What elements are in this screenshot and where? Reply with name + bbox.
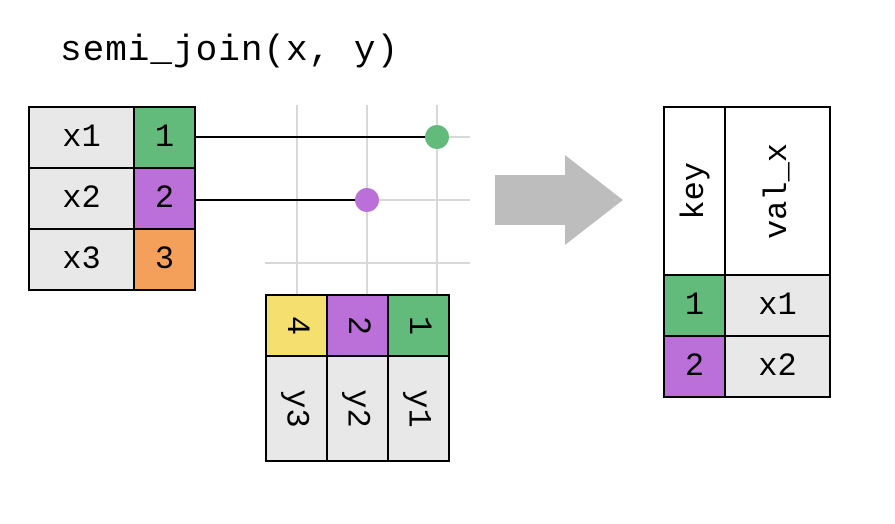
x-val-1: x2 <box>28 167 135 230</box>
y-key-2: 1 <box>387 294 450 357</box>
diagram-title: semi_join(x, y) <box>60 30 399 71</box>
result-val-0: x1 <box>724 274 831 337</box>
y-key-0: 4 <box>265 294 328 357</box>
x-key-1: 2 <box>133 167 196 230</box>
x-val-0: x1 <box>28 106 135 169</box>
result-key-0: 1 <box>663 274 726 337</box>
result-header-val: val_x <box>724 106 831 276</box>
y-val-0: y3 <box>265 355 328 462</box>
match-dot-1 <box>355 188 379 212</box>
x-val-2: x3 <box>28 228 135 291</box>
match-dot-0 <box>425 125 449 149</box>
match-line-1 <box>194 199 367 201</box>
y-val-2: y1 <box>387 355 450 462</box>
y-key-1: 2 <box>326 294 389 357</box>
match-line-0 <box>194 136 437 138</box>
result-key-1: 2 <box>663 335 726 398</box>
gridline-h-2 <box>265 262 470 264</box>
arrow-icon <box>495 150 625 250</box>
result-header-key: key <box>663 106 726 276</box>
x-key-2: 3 <box>133 228 196 291</box>
x-key-0: 1 <box>133 106 196 169</box>
result-val-1: x2 <box>724 335 831 398</box>
y-val-1: y2 <box>326 355 389 462</box>
